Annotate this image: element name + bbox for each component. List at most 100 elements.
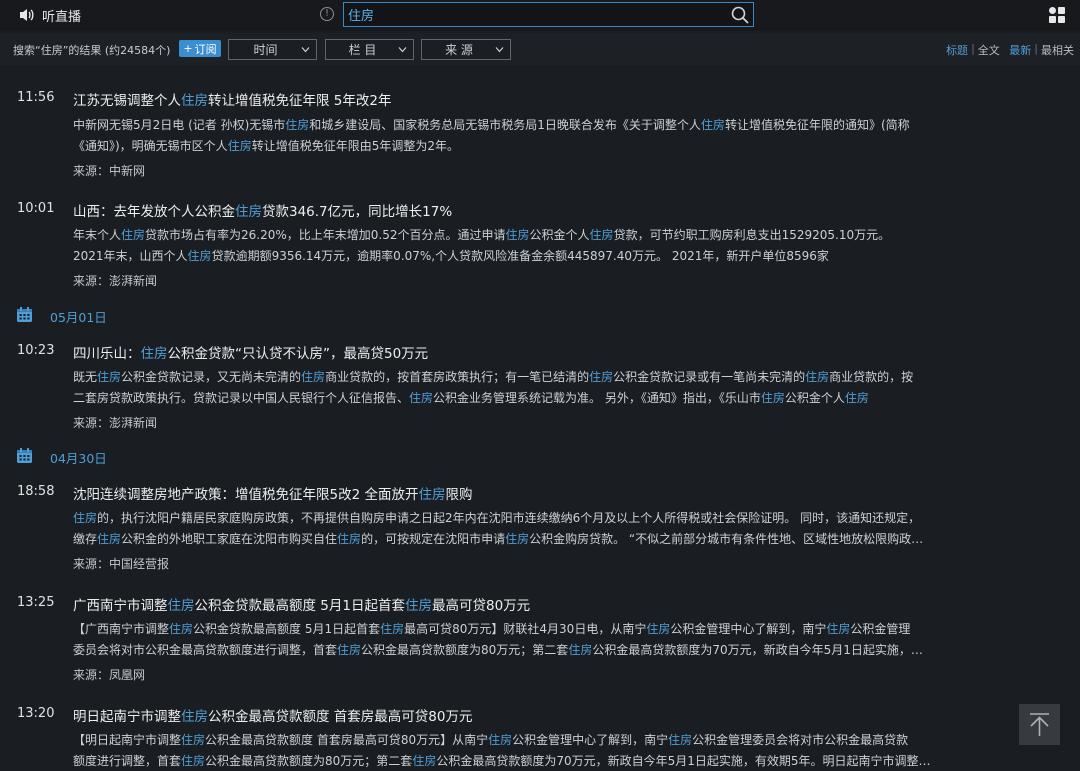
search-term-highlight: 住房: [380, 622, 405, 636]
news-summary: 住房的，执行沈阳户籍居民家庭购房政策，不再提供自购房申请之日起2年内在沈阳市连续…: [73, 508, 1033, 549]
divider: |: [971, 42, 975, 55]
news-source: 来源：中国经营报: [73, 557, 170, 571]
search-term-highlight: 住房: [700, 118, 725, 132]
sort-latest-option[interactable]: 最新: [1009, 42, 1031, 58]
chevron-down-icon: [301, 47, 310, 53]
search-term-highlight: 住房: [646, 622, 671, 636]
source-dropdown[interactable]: 来 源: [421, 39, 511, 60]
view-full-option[interactable]: 全文: [978, 42, 1000, 58]
search-term-highlight: 住房: [568, 642, 593, 657]
search-term-highlight: 住房: [589, 228, 614, 242]
news-summary: 既无住房公积金贷款记录，又无尚未完清的住房商业贷款的，按首套房政策执行；有一笔已…: [73, 367, 1033, 408]
news-summary-line: 二套房贷款政策执行。贷款记录以中国人民银行个人征信报告、住房公积金业务管理系统记…: [73, 390, 869, 405]
search-term-highlight: 住房: [760, 390, 785, 405]
search-term-highlight: 住房: [169, 622, 194, 636]
divider: |: [1034, 42, 1038, 55]
time-dropdown-label: 时间: [253, 43, 278, 57]
top-bar: 听直播 !: [0, 0, 1080, 31]
subscribe-label: 订阅: [194, 42, 217, 56]
news-title[interactable]: 广西南宁市调整住房公积金贷款最高额度 5月1日起首套住房最高可贷80万元: [73, 594, 530, 614]
search-term-highlight: 住房: [488, 733, 513, 747]
search-term-highlight: 住房: [337, 531, 362, 546]
news-summary: 【广西南宁市调整住房公积金贷款最高额度 5月1日起首套住房最高可贷80万元】财联…: [73, 619, 1033, 660]
column-dropdown-label: 栏 目: [348, 43, 377, 57]
divider: [1000, 42, 1010, 58]
search-term-highlight: 住房: [589, 370, 614, 384]
news-summary-line: 2021年末，山西个人住房贷款逾期额9356.14万元，逾期率0.07%,个人贷…: [73, 248, 829, 263]
view-options: 标题 | 全文 最新 | 最相关: [946, 42, 1074, 58]
search-term-highlight: 住房: [181, 733, 206, 747]
search-term-highlight: 住房: [167, 598, 195, 614]
news-time: 18:58: [17, 484, 55, 499]
news-title[interactable]: 四川乐山：住房公积金贷款“只认贷不认房”，最高贷50万元: [73, 342, 428, 362]
news-time: 13:25: [17, 595, 55, 610]
news-summary-line: 委员会将对市公积金最高贷款额度进行调整，首套住房公积金最高贷款额度为80万元；第…: [73, 642, 923, 657]
plus-icon: +: [183, 42, 193, 55]
search-term-highlight: 住房: [337, 642, 362, 657]
search-term-highlight: 住房: [418, 487, 446, 503]
search-term-highlight: 住房: [412, 753, 437, 768]
calendar-icon: [17, 448, 32, 463]
news-summary-line: 住房的，执行沈阳户籍居民家庭购房政策，不再提供自购房申请之日起2年内在沈阳市连续…: [73, 511, 921, 525]
search-term-highlight: 住房: [140, 346, 168, 362]
search-term-highlight: 住房: [844, 390, 869, 405]
news-summary-line: 年末个人住房贷款市场占有率为26.20%，比上年末增加0.52个百分点。通过申请…: [73, 228, 891, 242]
arrow-up-icon: [1030, 713, 1049, 736]
news-time: 10:01: [17, 201, 55, 216]
search-term-highlight: 住房: [505, 228, 530, 242]
back-to-top-button[interactable]: [1019, 704, 1060, 745]
search-term-highlight: 住房: [285, 118, 310, 132]
column-dropdown[interactable]: 栏 目: [325, 39, 414, 60]
search-term-highlight: 住房: [826, 622, 851, 636]
news-time: 10:23: [17, 343, 55, 358]
listen-live-button[interactable]: 听直播: [18, 5, 81, 25]
search-term-highlight: 住房: [73, 511, 98, 525]
news-title[interactable]: 山西：去年发放个人公积金住房贷款346.7亿元，同比增长17%: [73, 200, 452, 220]
news-source: 来源：澎湃新闻: [73, 416, 158, 430]
grid-icon[interactable]: [1048, 6, 1066, 24]
speaker-icon: [20, 9, 34, 21]
news-title[interactable]: 沈阳连续调整房地产政策：增值税免征年限5改2 全面放开住房限购: [73, 483, 472, 503]
view-title-option[interactable]: 标题: [946, 42, 968, 58]
info-icon[interactable]: !: [320, 7, 334, 21]
news-summary-line: 【明日起南宁市调整住房公积金最高贷款额度 首套房最高可贷80万元】从南宁住房公积…: [73, 733, 909, 747]
chevron-down-icon: [398, 47, 407, 53]
news-summary-line: 【广西南宁市调整住房公积金贷款最高额度 5月1日起首套住房最高可贷80万元】财联…: [73, 622, 911, 636]
date-label: 05月01日: [50, 310, 107, 325]
news-summary: 年末个人住房贷款市场占有率为26.20%，比上年末增加0.52个百分点。通过申请…: [73, 225, 1033, 266]
time-dropdown[interactable]: 时间: [228, 39, 317, 60]
search-term-highlight: 住房: [668, 733, 693, 747]
search-term-highlight: 住房: [121, 228, 146, 242]
news-summary-line: 既无住房公积金贷款记录，又无尚未完清的住房商业贷款的，按首套房政策执行；有一笔已…: [73, 370, 914, 384]
date-separator: 05月01日: [0, 305, 1080, 325]
search-term-highlight: 住房: [301, 370, 326, 384]
search-box: [343, 2, 754, 27]
search-icon[interactable]: [730, 5, 750, 25]
news-summary-line: 额度进行调整，首套住房公积金最高贷款额度为80万元；第二套住房公积金最高贷款额度…: [73, 753, 931, 768]
news-summary: 中新网无锡5月2日电 (记者 孙权)无锡市住房和城乡建设局、国家税务总局无锡市税…: [73, 115, 1033, 156]
search-term-highlight: 住房: [97, 531, 122, 546]
subscribe-button[interactable]: + 订阅: [179, 40, 221, 57]
search-term-highlight: 住房: [181, 93, 208, 109]
news-source: 来源：凤凰网: [73, 668, 146, 682]
date-separator: 04月30日: [0, 446, 1080, 466]
news-title[interactable]: 江苏无锡调整个人住房转让增值税免征年限 5年改2年: [73, 89, 391, 109]
sort-relevant-option[interactable]: 最相关: [1041, 42, 1074, 58]
source-dropdown-label: 来 源: [445, 43, 473, 57]
search-term-highlight: 住房: [97, 370, 122, 384]
news-summary-line: 中新网无锡5月2日电 (记者 孙权)无锡市住房和城乡建设局、国家税务总局无锡市税…: [73, 118, 910, 132]
news-source: 来源：澎湃新闻: [73, 274, 158, 288]
date-label: 04月30日: [50, 451, 107, 466]
news-title[interactable]: 明日起南宁市调整住房公积金最高贷款额度 首套房最高可贷80万元: [73, 705, 472, 725]
result-count: 搜索“住房”的结果 (约24584个): [13, 44, 171, 57]
search-input[interactable]: [348, 5, 728, 24]
news-source: 来源：中新网: [73, 164, 146, 178]
search-term-highlight: 住房: [235, 204, 262, 220]
calendar-icon: [17, 307, 32, 322]
search-term-highlight: 住房: [404, 598, 432, 614]
news-summary-line: 《通知》)，明确无锡市区个人住房转让增值税免征年限由5年调整为2年。: [73, 138, 459, 153]
search-term-highlight: 住房: [805, 370, 830, 384]
search-term-highlight: 住房: [181, 753, 206, 768]
search-term-highlight: 住房: [409, 390, 434, 405]
news-time: 13:20: [17, 706, 55, 721]
